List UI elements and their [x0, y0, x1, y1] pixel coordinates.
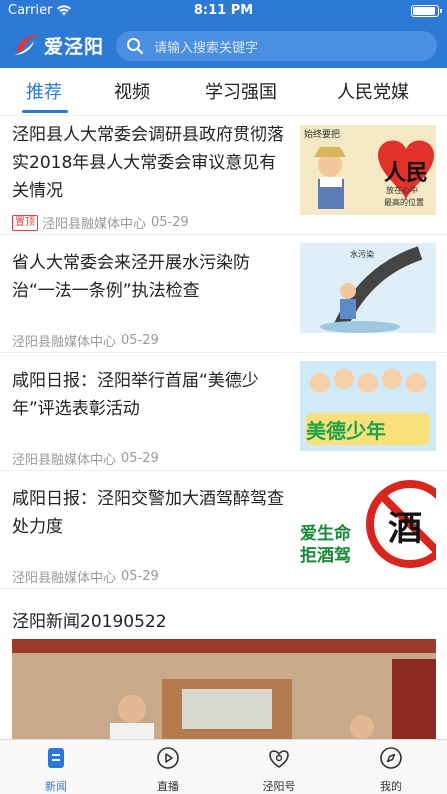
thumb-caption: 放在心中 [386, 186, 418, 195]
news-source: 泾阳县融媒体中心 [12, 453, 117, 468]
news-thumbnail: 始终要把 人民 放在心中 最高的位置 [300, 125, 436, 215]
tab-people-party-media[interactable]: 人民党媒 [337, 78, 409, 104]
news-item-title: 咸阳日报：泾阳交警加大酒驾醉驾查处力度 [12, 489, 284, 537]
tabbar-label: 新闻 [45, 780, 67, 793]
status-time: 8:11 PM [193, 3, 254, 18]
video-still-image [12, 639, 436, 739]
search-input[interactable]: 请输入搜索关键字 [116, 31, 437, 61]
tab-recommend[interactable]: 推荐 [26, 78, 62, 104]
news-item-meta: 泾阳县融媒体中心 05-29 [12, 449, 159, 468]
thumb-caption: 始终要把 [304, 130, 341, 140]
news-date: 05-29 [121, 569, 159, 584]
jingyang-icon [269, 750, 289, 768]
news-feed[interactable]: 泾阳县人大常委会调研县政府贯彻落实2018年县人大常委会审议意见有关情况 置顶 … [0, 117, 447, 739]
thumb-caption: 水污染 [350, 250, 374, 259]
news-icon [48, 748, 64, 768]
thumb-caption: 美德少年 [306, 419, 386, 443]
logo-swirl-icon [14, 35, 40, 55]
app-logo: 爱泾阳 [12, 30, 104, 60]
video-news-title[interactable]: 泾阳新闻20190522 [12, 607, 167, 632]
news-item-title: 咸阳日报：泾阳举行首届“美德少年”评选表彰活动 [12, 371, 259, 419]
news-item-title: 泾阳县人大常委会调研县政府贯彻落实2018年县人大常委会审议意见有关情况 [12, 125, 284, 201]
thumb-caption: 人民 [384, 161, 429, 186]
play-icon [157, 747, 179, 769]
bottom-tab-bar: 新闻 直播 泾阳号 我的 [0, 739, 447, 794]
news-item-title: 省人大常委会来泾开展水污染防治“一法一条例”执法检查 [12, 253, 250, 301]
app-name: 爱泾阳 [44, 35, 105, 58]
search-icon [127, 38, 143, 54]
category-tabs: 推荐 视频 学习强国 人民党媒 [0, 68, 447, 116]
thumb-caption: 最高的位置 [384, 198, 424, 207]
tabbar-news[interactable]: 新闻 [6, 740, 106, 794]
status-bar: Carrier 8:11 PM [0, 0, 447, 22]
news-item-meta: 泾阳县融媒体中心 05-29 [12, 331, 159, 350]
tabbar-live[interactable]: 直播 [118, 740, 218, 794]
news-thumbnail: 美德少年 [300, 361, 436, 451]
tab-xuexi-qiangguo[interactable]: 学习强国 [205, 78, 277, 104]
tabbar-label: 直播 [157, 780, 179, 793]
news-date: 05-29 [121, 333, 159, 348]
news-item-meta: 泾阳县融媒体中心 05-29 [12, 567, 159, 586]
battery-icon [411, 5, 442, 17]
news-date: 05-29 [121, 451, 159, 466]
active-tab-indicator [22, 110, 68, 113]
news-thumbnail: 水污染 [300, 243, 436, 333]
thumb-caption: 酒 [388, 509, 422, 549]
pinned-badge: 置顶 [12, 214, 38, 231]
news-item[interactable]: 咸阳日报：泾阳交警加大酒驾醉驾查处力度 泾阳县融媒体中心 05-29 酒 爱生命… [0, 471, 447, 589]
news-item-meta: 置顶 泾阳县融媒体中心 05-29 [12, 213, 189, 232]
tabbar-label: 泾阳号 [262, 780, 296, 793]
news-thumbnail: 酒 爱生命 拒酒驾 [300, 479, 436, 569]
news-source: 泾阳县融媒体中心 [12, 571, 117, 586]
app-header: Carrier 8:11 PM 爱泾阳 请输入搜索关键字 [0, 0, 447, 68]
thumb-caption: 拒酒驾 [300, 546, 351, 566]
tabbar-jingyang-hao[interactable]: 泾阳号 [229, 740, 329, 794]
tabbar-mine[interactable]: 我的 [341, 740, 441, 794]
news-item[interactable]: 咸阳日报：泾阳举行首届“美德少年”评选表彰活动 泾阳县融媒体中心 05-29 美… [0, 353, 447, 471]
tabbar-label: 我的 [380, 780, 402, 793]
compass-icon [380, 747, 402, 769]
news-date: 05-29 [151, 215, 189, 230]
tab-video[interactable]: 视频 [114, 78, 150, 104]
news-source: 泾阳县融媒体中心 [42, 217, 147, 232]
news-source: 泾阳县融媒体中心 [12, 335, 117, 350]
video-thumbnail[interactable] [12, 639, 436, 739]
search-placeholder: 请输入搜索关键字 [154, 40, 259, 56]
news-item[interactable]: 泾阳县人大常委会调研县政府贯彻落实2018年县人大常委会审议意见有关情况 置顶 … [0, 117, 447, 235]
news-item[interactable]: 省人大常委会来泾开展水污染防治“一法一条例”执法检查 泾阳县融媒体中心 05-2… [0, 235, 447, 353]
